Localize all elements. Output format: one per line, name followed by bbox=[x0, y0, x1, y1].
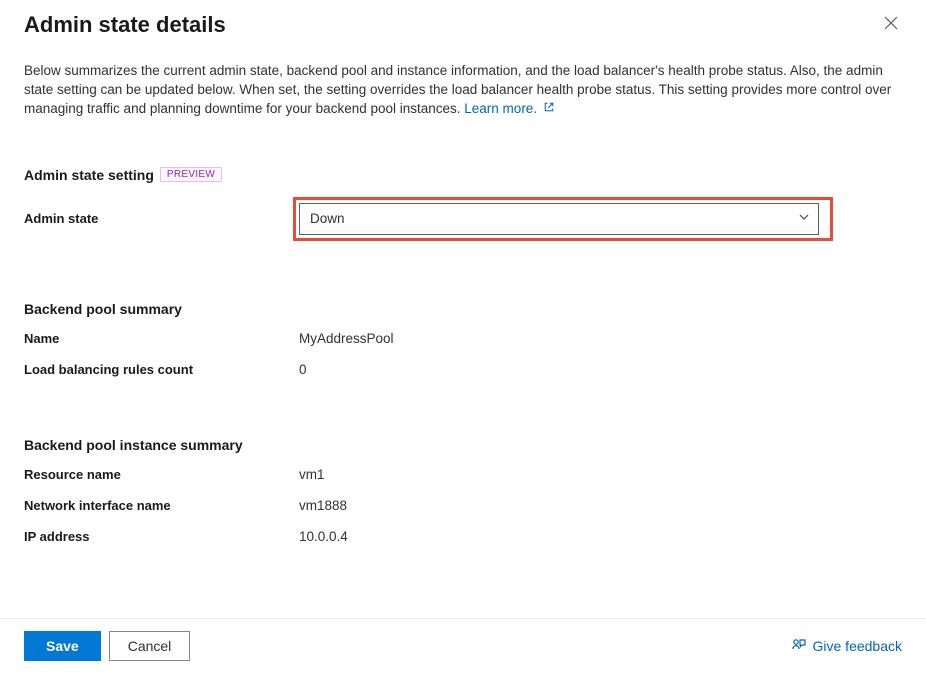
admin-state-heading: Admin state setting PREVIEW bbox=[24, 167, 902, 183]
preview-badge: PREVIEW bbox=[160, 167, 222, 182]
panel-footer: Save Cancel Give feedback bbox=[0, 618, 926, 673]
panel-description: Below summarizes the current admin state… bbox=[24, 62, 894, 119]
nic-name-label: Network interface name bbox=[24, 498, 299, 513]
nic-name-value: vm1888 bbox=[299, 498, 347, 513]
admin-state-field-row: Admin state Down bbox=[24, 197, 902, 241]
resource-name-row: Resource name vm1 bbox=[24, 467, 902, 482]
admin-state-label: Admin state bbox=[24, 211, 299, 226]
description-text: Below summarizes the current admin state… bbox=[24, 63, 891, 116]
feedback-text: Give feedback bbox=[813, 638, 903, 654]
resource-name-value: vm1 bbox=[299, 467, 325, 482]
ip-address-value: 10.0.0.4 bbox=[299, 529, 348, 544]
resource-name-label: Resource name bbox=[24, 467, 299, 482]
backend-pool-name-label: Name bbox=[24, 331, 299, 346]
instance-heading: Backend pool instance summary bbox=[24, 437, 902, 453]
admin-state-setting-section: Admin state setting PREVIEW Admin state … bbox=[24, 167, 902, 241]
nic-name-row: Network interface name vm1888 bbox=[24, 498, 902, 513]
page-title: Admin state details bbox=[24, 12, 226, 38]
ip-address-label: IP address bbox=[24, 529, 299, 544]
learn-more-link[interactable]: Learn more. bbox=[464, 101, 555, 116]
panel-header: Admin state details bbox=[24, 12, 902, 38]
save-button[interactable]: Save bbox=[24, 631, 101, 661]
admin-state-highlight: Down bbox=[293, 197, 833, 241]
give-feedback-link[interactable]: Give feedback bbox=[791, 637, 903, 656]
backend-pool-heading: Backend pool summary bbox=[24, 301, 902, 317]
backend-pool-rules-label: Load balancing rules count bbox=[24, 362, 299, 377]
chevron-down-icon bbox=[798, 211, 810, 226]
backend-pool-name-row: Name MyAddressPool bbox=[24, 331, 902, 346]
instance-summary-section: Backend pool instance summary Resource n… bbox=[24, 437, 902, 544]
feedback-icon bbox=[791, 637, 807, 656]
cancel-button[interactable]: Cancel bbox=[109, 631, 191, 661]
backend-pool-summary-section: Backend pool summary Name MyAddressPool … bbox=[24, 301, 902, 377]
backend-pool-name-value: MyAddressPool bbox=[299, 331, 394, 346]
admin-state-selected-value: Down bbox=[310, 211, 345, 226]
backend-pool-rules-value: 0 bbox=[299, 362, 307, 377]
admin-state-details-panel: Admin state details Below summarizes the… bbox=[0, 0, 926, 620]
admin-state-select[interactable]: Down bbox=[299, 203, 819, 235]
close-button[interactable] bbox=[880, 12, 902, 37]
admin-state-heading-text: Admin state setting bbox=[24, 167, 154, 183]
learn-more-text: Learn more. bbox=[464, 101, 537, 116]
backend-pool-rules-row: Load balancing rules count 0 bbox=[24, 362, 902, 377]
ip-address-row: IP address 10.0.0.4 bbox=[24, 529, 902, 544]
external-link-icon bbox=[541, 101, 555, 116]
footer-buttons: Save Cancel bbox=[24, 631, 190, 661]
close-icon bbox=[884, 18, 898, 33]
